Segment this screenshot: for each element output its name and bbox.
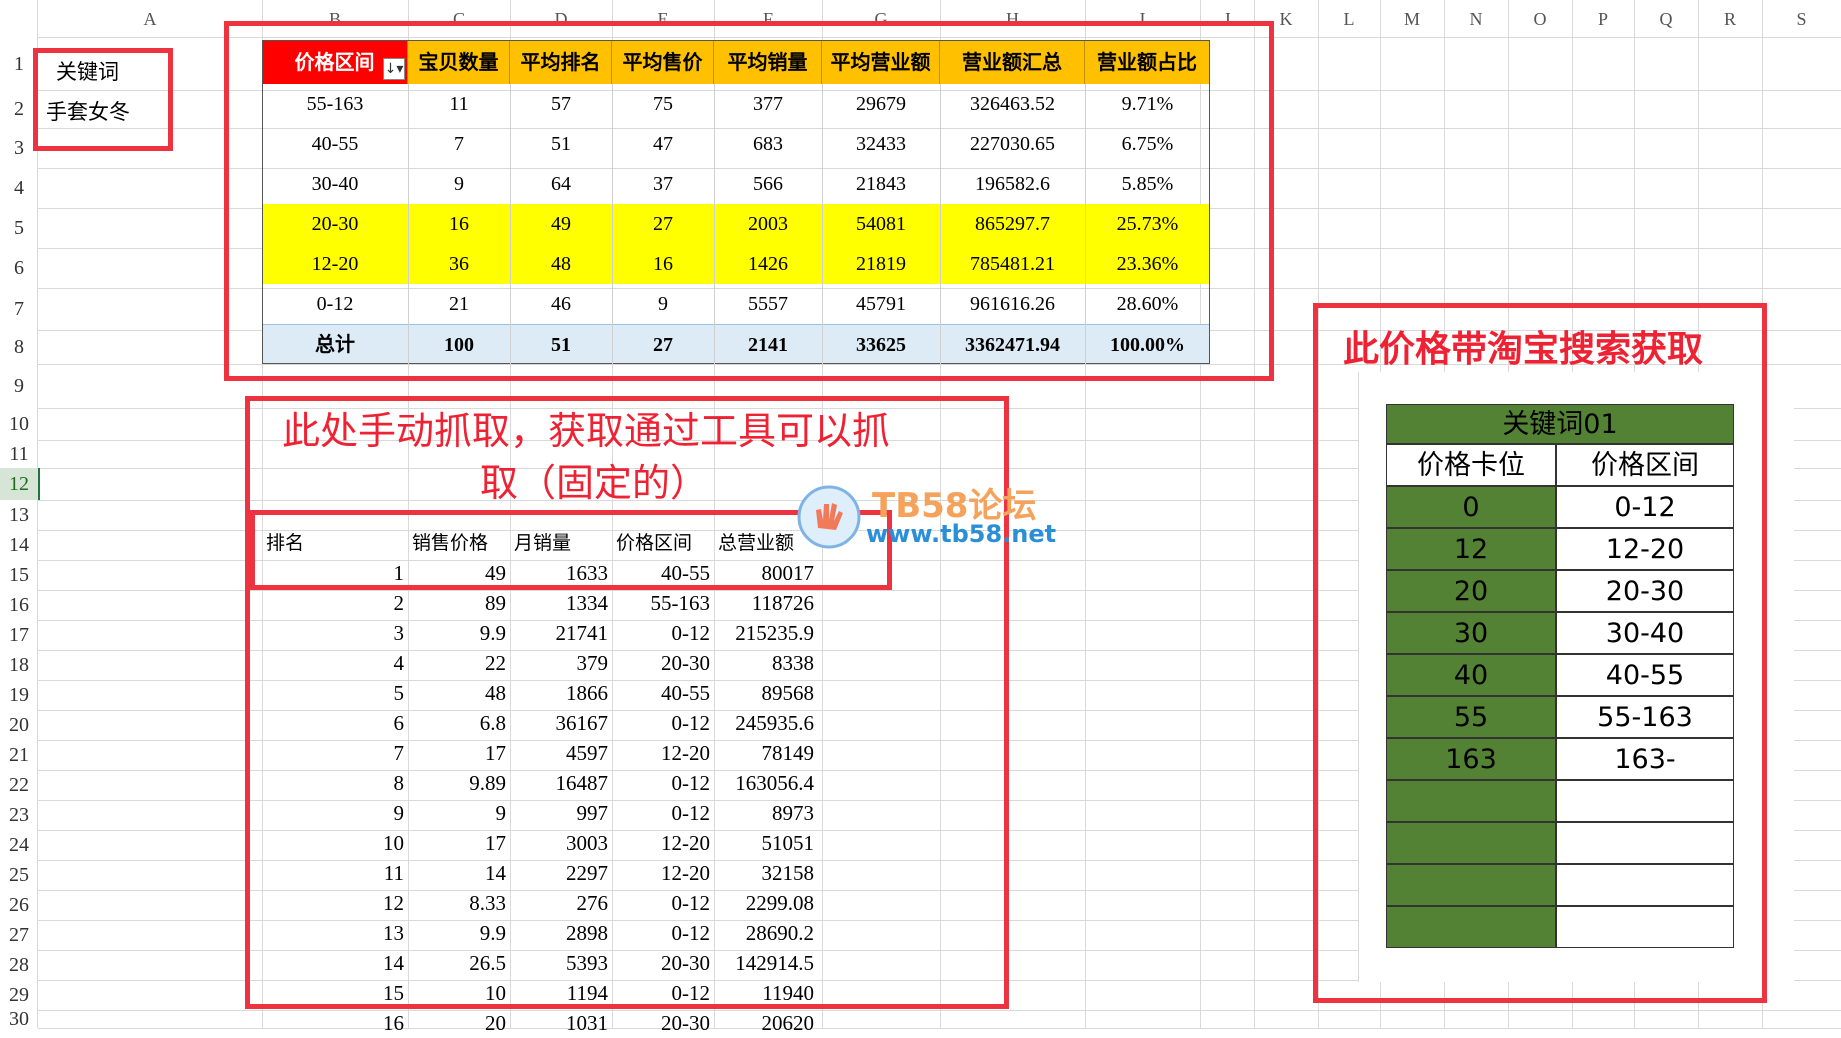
list-cell[interactable]: 1031: [510, 1008, 612, 1038]
row-header[interactable]: 12: [0, 468, 40, 500]
column-header[interactable]: S: [1762, 0, 1841, 38]
row-header[interactable]: 10: [0, 408, 38, 440]
manual-capture-note-line2: 取（固定的）: [480, 461, 709, 505]
row-header[interactable]: 14: [0, 530, 38, 560]
row-header[interactable]: 30: [0, 1009, 38, 1029]
row-header[interactable]: 22: [0, 770, 38, 800]
row-header[interactable]: 11: [0, 440, 38, 468]
price-band-note: 此价格带淘宝搜索获取: [1343, 328, 1704, 370]
column-header[interactable]: M: [1380, 0, 1444, 38]
pivot-annotation-box: [224, 21, 1274, 381]
manual-capture-note-line1: 此处手动抓取，获取通过工具可以抓: [282, 409, 891, 453]
column-header[interactable]: Q: [1634, 0, 1698, 38]
column-header[interactable]: O: [1508, 0, 1572, 38]
row-header[interactable]: 20: [0, 710, 38, 740]
watermark-url: www.tb58.net: [866, 520, 1057, 548]
row-header[interactable]: 16: [0, 590, 38, 620]
row-header[interactable]: 13: [0, 500, 38, 530]
column-header[interactable]: L: [1318, 0, 1380, 38]
row-header[interactable]: 8: [0, 330, 38, 364]
row-header[interactable]: 5: [0, 208, 38, 248]
column-header[interactable]: N: [1444, 0, 1508, 38]
row-header[interactable]: 29: [0, 980, 38, 1010]
column-header[interactable]: R: [1698, 0, 1762, 38]
watermark-logo-icon: [796, 484, 862, 550]
row-header[interactable]: 25: [0, 860, 38, 890]
row-header[interactable]: 21: [0, 740, 38, 770]
row-header[interactable]: 15: [0, 560, 38, 590]
row-header[interactable]: 28: [0, 950, 38, 980]
row-header[interactable]: 7: [0, 288, 38, 330]
row-header[interactable]: 17: [0, 620, 38, 650]
row-header[interactable]: 23: [0, 800, 38, 830]
list-cell[interactable]: 20: [408, 1008, 510, 1038]
price-band-annotation-box: [1313, 303, 1767, 1003]
row-header[interactable]: 27: [0, 920, 38, 950]
keyword-annotation-box: [33, 48, 173, 151]
row-header[interactable]: 19: [0, 680, 38, 710]
row-header[interactable]: 9: [0, 364, 38, 408]
row-header[interactable]: 24: [0, 830, 38, 860]
column-header[interactable]: P: [1572, 0, 1634, 38]
list-cell[interactable]: 20-30: [612, 1008, 714, 1038]
list-cell[interactable]: 16: [262, 1008, 408, 1038]
row-header[interactable]: 6: [0, 248, 38, 288]
row-header[interactable]: 18: [0, 650, 38, 680]
row-header[interactable]: 4: [0, 168, 38, 208]
list-cell[interactable]: 20620: [714, 1008, 818, 1038]
row-header[interactable]: 26: [0, 890, 38, 920]
